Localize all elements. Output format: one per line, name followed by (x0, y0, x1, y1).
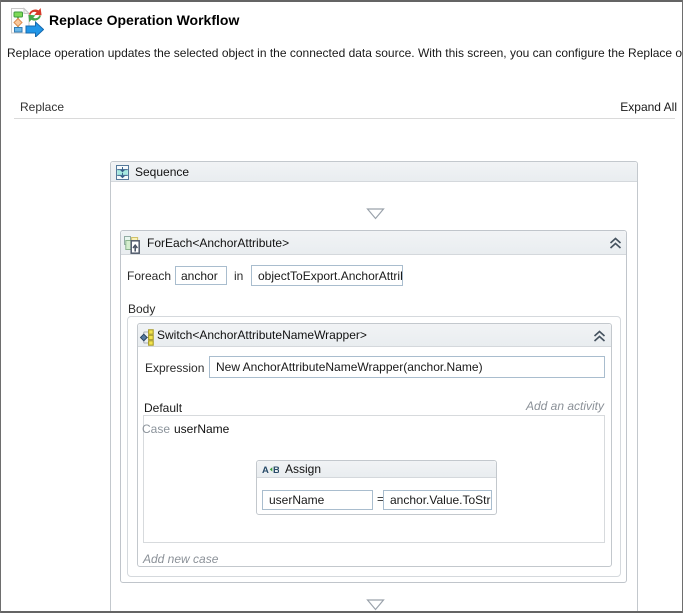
svg-text:A: A (262, 465, 269, 475)
svg-text:B: B (273, 465, 279, 475)
